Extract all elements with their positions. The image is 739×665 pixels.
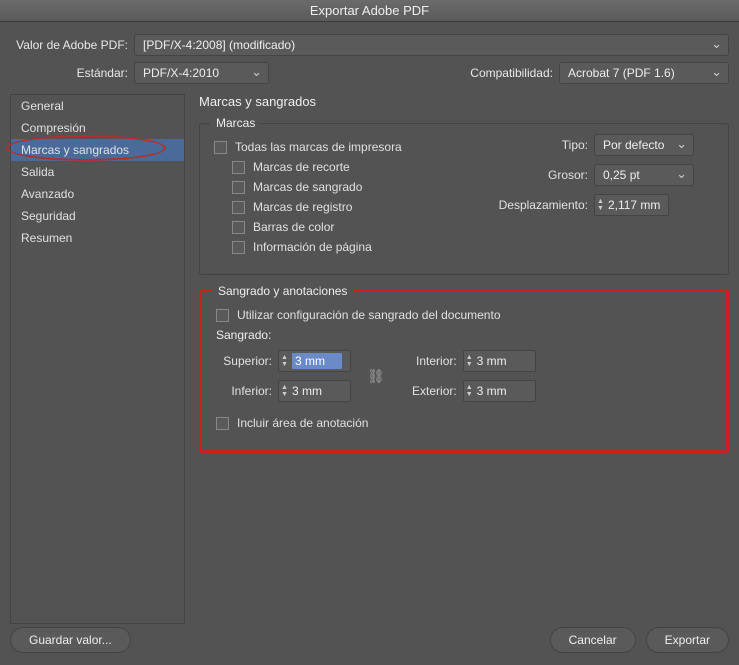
save-preset-button[interactable]: Guardar valor... (10, 627, 131, 653)
sidebar-item-summary[interactable]: Resumen (11, 227, 184, 249)
sidebar-item-label: Marcas y sangrados (21, 143, 129, 157)
slug-label: Incluir área de anotación (237, 416, 368, 430)
preset-value: [PDF/X-4:2008] (modificado) (143, 38, 295, 52)
bleed-bottom-value: 3 mm (292, 384, 342, 398)
type-label: Tipo: (484, 138, 594, 152)
marks-legend: Marcas (210, 116, 261, 130)
link-icon[interactable]: ⛓ (367, 368, 385, 385)
type-dropdown[interactable]: Por defecto (594, 134, 694, 156)
page-info-label: Información de página (253, 240, 372, 254)
bleed-outside-label: Exterior: (401, 384, 463, 398)
bleed-inside-spinner[interactable]: ▲▼ 3 mm (463, 350, 536, 372)
spinner-arrows-icon[interactable]: ▲▼ (597, 198, 604, 212)
sidebar-item-compression[interactable]: Compresión (11, 117, 184, 139)
preset-dropdown[interactable]: [PDF/X-4:2008] (modificado) (134, 34, 729, 56)
offset-label: Desplazamiento: (484, 198, 594, 212)
bleed-outside-spinner[interactable]: ▲▼ 3 mm (463, 380, 536, 402)
reg-marks-checkbox[interactable] (232, 201, 245, 214)
slug-checkbox[interactable] (216, 417, 229, 430)
compat-value: Acrobat 7 (PDF 1.6) (568, 66, 675, 80)
all-marks-label: Todas las marcas de impresora (235, 140, 402, 154)
offset-spinner[interactable]: ▲▼ 2,117 mm (594, 194, 669, 216)
sidebar-item-general[interactable]: General (11, 95, 184, 117)
sidebar-item-security[interactable]: Seguridad (11, 205, 184, 227)
bleed-heading: Sangrado: (216, 328, 712, 342)
bleed-legend: Sangrado y anotaciones (212, 284, 353, 298)
bleed-bottom-label: Inferior: (216, 384, 278, 398)
type-value: Por defecto (603, 138, 664, 152)
marks-fieldset: Marcas Todas las marcas de impresora Mar… (199, 123, 729, 275)
compat-label: Compatibilidad: (470, 66, 559, 80)
reg-marks-label: Marcas de registro (253, 200, 352, 214)
cancel-button[interactable]: Cancelar (550, 627, 636, 653)
use-doc-bleed-label: Utilizar configuración de sangrado del d… (237, 308, 501, 322)
bleed-top-label: Superior: (216, 354, 278, 368)
crop-marks-checkbox[interactable] (232, 161, 245, 174)
standard-label: Estándar: (10, 66, 134, 80)
all-marks-checkbox[interactable] (214, 141, 227, 154)
sidebar: General Compresión Marcas y sangrados Sa… (10, 94, 185, 624)
standard-dropdown[interactable]: PDF/X-4:2010 (134, 62, 269, 84)
spinner-arrows-icon[interactable]: ▲▼ (466, 354, 473, 368)
sidebar-item-advanced[interactable]: Avanzado (11, 183, 184, 205)
bleed-marks-label: Marcas de sangrado (253, 180, 362, 194)
export-button[interactable]: Exportar (646, 627, 729, 653)
color-bars-checkbox[interactable] (232, 221, 245, 234)
window-title: Exportar Adobe PDF (0, 0, 739, 22)
weight-value: 0,25 pt (603, 168, 640, 182)
bleed-marks-checkbox[interactable] (232, 181, 245, 194)
bleed-top-value: 3 mm (292, 353, 342, 369)
color-bars-label: Barras de color (253, 220, 334, 234)
weight-dropdown[interactable]: 0,25 pt (594, 164, 694, 186)
crop-marks-label: Marcas de recorte (253, 160, 350, 174)
preset-label: Valor de Adobe PDF: (10, 38, 134, 52)
weight-label: Grosor: (484, 168, 594, 182)
bleed-inside-value: 3 mm (477, 354, 527, 368)
page-info-checkbox[interactable] (232, 241, 245, 254)
bleed-outside-value: 3 mm (477, 384, 527, 398)
spinner-arrows-icon[interactable]: ▲▼ (281, 384, 288, 398)
standard-value: PDF/X-4:2010 (143, 66, 219, 80)
sidebar-item-marks-bleeds[interactable]: Marcas y sangrados (11, 139, 184, 161)
bleed-inside-label: Interior: (401, 354, 463, 368)
bleed-top-spinner[interactable]: ▲▼ 3 mm (278, 350, 351, 372)
use-doc-bleed-checkbox[interactable] (216, 309, 229, 322)
spinner-arrows-icon[interactable]: ▲▼ (281, 354, 288, 368)
bleed-bottom-spinner[interactable]: ▲▼ 3 mm (278, 380, 351, 402)
offset-value: 2,117 mm (608, 198, 660, 212)
panel-title: Marcas y sangrados (199, 94, 729, 109)
sidebar-item-output[interactable]: Salida (11, 161, 184, 183)
compat-dropdown[interactable]: Acrobat 7 (PDF 1.6) (559, 62, 729, 84)
spinner-arrows-icon[interactable]: ▲▼ (466, 384, 473, 398)
bleed-fieldset: Sangrado y anotaciones Utilizar configur… (199, 289, 729, 453)
